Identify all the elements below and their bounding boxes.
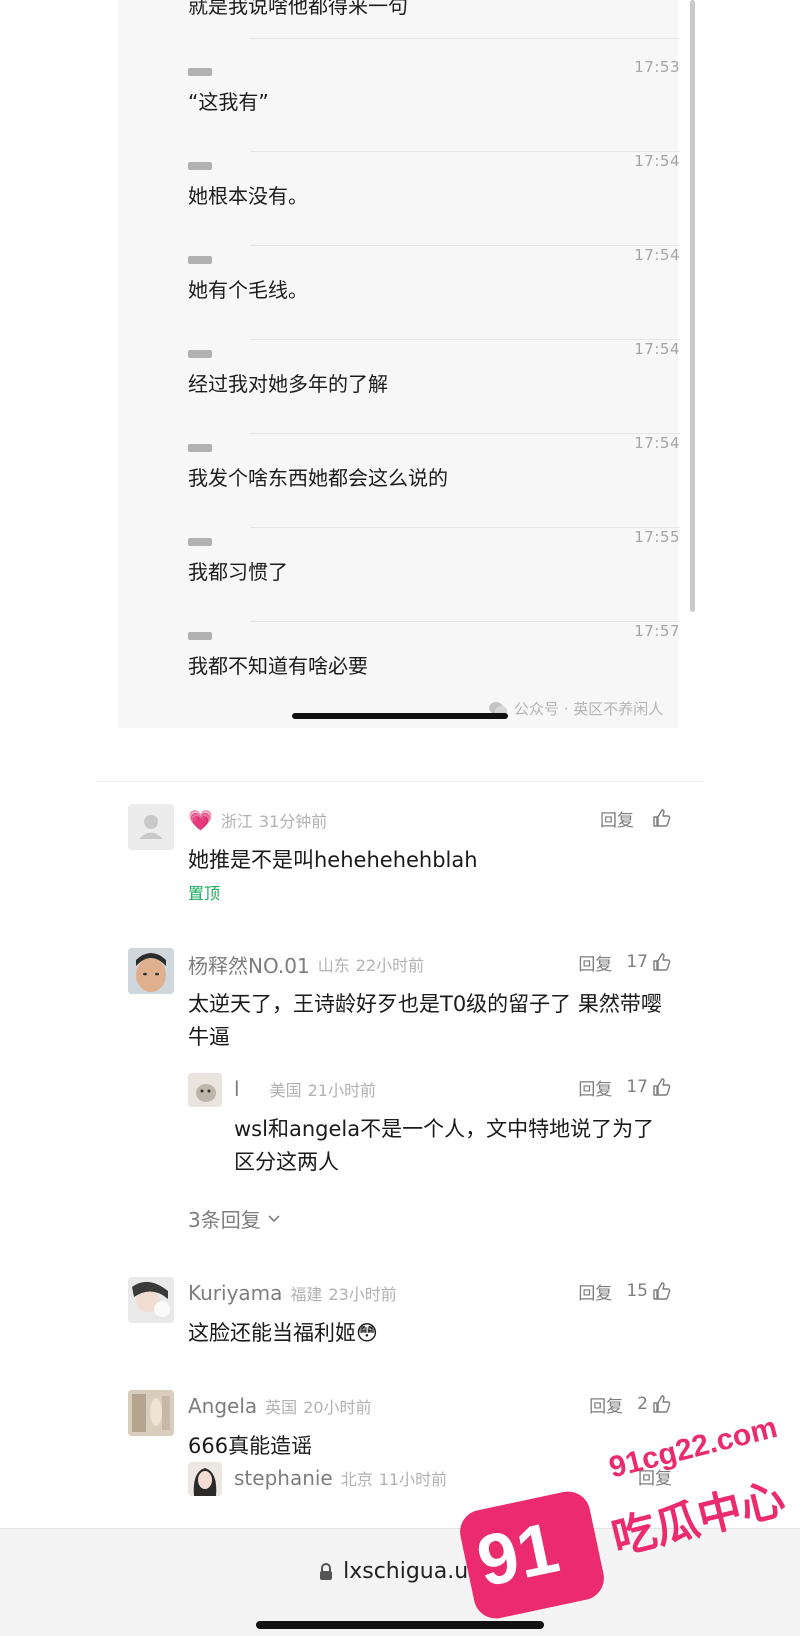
- chat-message-text: 我都习惯了: [188, 560, 288, 584]
- avatar[interactable]: [128, 1390, 174, 1436]
- watermark-logo: 91 91cg22.com 吃瓜中心: [456, 1411, 792, 1630]
- blurred-sender: [188, 350, 212, 358]
- comment-time: 20小时前: [303, 1398, 372, 1417]
- more-replies-label: 3条回复: [188, 1208, 261, 1232]
- chat-message: 17:54 我发个啥东西她都会这么说的: [188, 434, 680, 528]
- wechat-source: 公众号 · 英区不养闲人: [488, 698, 663, 719]
- user-photo-icon: [188, 1073, 222, 1107]
- like-count: 17: [626, 1077, 648, 1097]
- chat-message-time: 17:54: [634, 434, 680, 452]
- comment-location: 北京: [340, 1470, 373, 1489]
- avatar[interactable]: [128, 804, 174, 850]
- default-user-icon: [139, 815, 163, 839]
- comment-location: 美国: [269, 1081, 302, 1100]
- comment: 杨释然NO.01 山东 22小时前 回复 17 太逆天了，王诗龄好歹也是T0级的…: [128, 948, 672, 1058]
- like-button[interactable]: 17: [626, 1077, 672, 1097]
- chat-message-time: 17:53: [634, 58, 680, 76]
- comment-author[interactable]: l: [234, 1077, 240, 1101]
- chat-message: 17:54 她根本没有。: [188, 152, 680, 246]
- chat-scrollbar[interactable]: [690, 0, 695, 612]
- comment-location: 英国: [265, 1398, 298, 1417]
- reply-button[interactable]: 回复: [578, 950, 612, 975]
- comment-location: 山东: [317, 956, 350, 975]
- chat-message-text: 她有个毛线。: [188, 278, 308, 302]
- comment-author[interactable]: Kuriyama: [188, 1281, 282, 1305]
- chat-message-time: 17:54: [634, 246, 680, 264]
- thumbs-up-icon: [653, 1395, 671, 1413]
- blurred-sender: [188, 256, 212, 264]
- chat-message-time: 17:54: [634, 152, 680, 170]
- watermark-badge-number: 91: [470, 1507, 566, 1603]
- chat-message-text: 我发个啥东西她都会这么说的: [188, 466, 448, 490]
- section-divider: [96, 781, 704, 782]
- blurred-sender: [188, 538, 212, 546]
- blurred-sender: [188, 162, 212, 170]
- comment-author[interactable]: stephanie: [234, 1466, 333, 1490]
- comment: Kuriyama 福建 23小时前 回复 15 这脸还能当福利姬😳: [128, 1277, 672, 1347]
- blurred-sender: [188, 632, 212, 640]
- avatar[interactable]: [128, 948, 174, 994]
- like-button[interactable]: 2: [637, 1394, 672, 1414]
- url-text: lxschigua.uk: [343, 1559, 481, 1584]
- chat-message-text: 她根本没有。: [188, 184, 308, 208]
- user-photo-icon: [128, 1390, 174, 1436]
- chat-message-text: 就是我说啥他都得来一句: [188, 0, 408, 18]
- comment: 💗 浙江 31分钟前 回复 她推是不是叫hehehehehblah 置顶: [128, 804, 672, 904]
- like-count: 17: [626, 952, 648, 972]
- reply-button[interactable]: 回复: [578, 1279, 612, 1304]
- user-photo-icon: [128, 948, 174, 994]
- chat-message: 17:55 我都习惯了: [188, 528, 680, 622]
- chat-message-time: 17:55: [634, 528, 680, 546]
- chevron-down-icon: [268, 1214, 280, 1222]
- chat-message-text: 我都不知道有啥必要: [188, 654, 368, 678]
- pinned-badge: 置顶: [188, 884, 221, 903]
- lock-icon: [320, 1562, 333, 1580]
- reply-button[interactable]: 回复: [578, 1075, 612, 1100]
- thumbs-up-icon: [653, 1282, 671, 1300]
- comment-time: 22小时前: [355, 956, 425, 975]
- comment-time: 23小时前: [328, 1285, 397, 1304]
- comment-time: 31分钟前: [258, 812, 328, 831]
- comment-text: 太逆天了，王诗龄好歹也是T0级的留子了 果然带嘤牛逼: [188, 992, 662, 1049]
- chat-message-text: “这我有”: [188, 90, 269, 114]
- reply-button[interactable]: 回复: [589, 1392, 623, 1417]
- chat-message: 17:53 “这我有”: [188, 58, 680, 152]
- chat-divider: [250, 38, 680, 39]
- avatar[interactable]: [188, 1073, 222, 1107]
- comment-text: wsl和angela不是一个人，文中特地说了为了区分这两人: [234, 1117, 655, 1174]
- user-photo-icon: [128, 1277, 174, 1323]
- reply: l 美国 21小时前 回复 17 wsl和angela不是一个人，文中特地说了为…: [188, 1073, 672, 1183]
- thumbs-up-icon: [653, 953, 671, 971]
- comment-author[interactable]: Angela: [188, 1394, 257, 1418]
- comment-text: 她推是不是叫hehehehehblah: [188, 848, 478, 872]
- comment-location: 福建: [290, 1285, 323, 1304]
- more-replies-button[interactable]: 3条回复: [188, 1204, 281, 1233]
- home-indicator: [292, 713, 508, 719]
- comment-location: 浙江: [220, 812, 253, 831]
- like-button[interactable]: 17: [626, 952, 672, 972]
- blurred-sender: [188, 68, 212, 76]
- comment-time: 11小时前: [378, 1470, 448, 1489]
- thumbs-up-icon: [653, 809, 671, 827]
- comment-time: 21小时前: [307, 1081, 376, 1100]
- like-button[interactable]: 15: [626, 1281, 672, 1301]
- like-button[interactable]: [648, 808, 672, 828]
- comment-text: 这脸还能当福利姬😳: [188, 1321, 378, 1345]
- like-count: 15: [626, 1281, 648, 1301]
- chat-message-text: 经过我对她多年的了解: [188, 372, 388, 396]
- wechat-source-label: 公众号 · 英区不养闲人: [514, 700, 664, 718]
- user-photo-icon: [188, 1462, 222, 1496]
- comment-author[interactable]: 杨释然NO.01: [188, 950, 310, 979]
- blurred-sender: [188, 444, 212, 452]
- reply-button[interactable]: 回复: [600, 806, 634, 831]
- avatar[interactable]: [188, 1462, 222, 1496]
- chat-message: 17:54 经过我对她多年的了解: [188, 340, 680, 434]
- chat-message-time: 17:54: [634, 340, 680, 358]
- chat-message: 17:54 她有个毛线。: [188, 246, 680, 340]
- comment-author[interactable]: 💗: [188, 808, 213, 832]
- avatar[interactable]: [128, 1277, 174, 1323]
- like-count: 2: [637, 1394, 648, 1414]
- chat-message-time: 17:57: [634, 622, 680, 640]
- thumbs-up-icon: [653, 1078, 671, 1096]
